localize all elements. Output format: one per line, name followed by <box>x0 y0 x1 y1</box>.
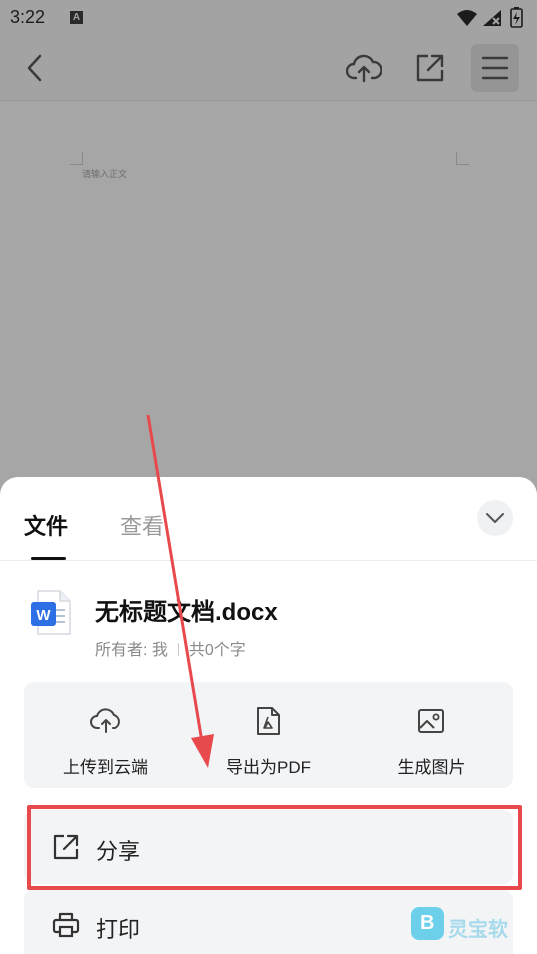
quick-actions-card: 上传到云端 导出为PDF 生成图片 <box>24 682 513 788</box>
margin-corner-left <box>70 152 83 165</box>
status-time: 3:22 <box>10 7 46 27</box>
watermark-text: 灵宝软 <box>448 919 508 941</box>
tab-view[interactable]: 查看 <box>120 509 164 541</box>
generate-image-label: 生成图片 <box>397 758 466 777</box>
share-menu-item[interactable]: 分享 <box>24 810 513 884</box>
export-pdf-label: 导出为PDF <box>226 758 311 777</box>
meta-separator <box>177 643 179 656</box>
chevron-down-icon <box>486 513 504 523</box>
generate-image-action[interactable]: 生成图片 <box>350 682 513 788</box>
cloud-upload-icon <box>346 54 382 83</box>
tab-file[interactable]: 文件 <box>24 509 68 541</box>
upload-to-cloud-label: 上传到云端 <box>63 758 148 777</box>
document-meta: 所有者: 我 共0个字 <box>95 636 246 660</box>
back-button[interactable] <box>12 44 60 92</box>
tab-divider <box>0 560 537 561</box>
print-icon <box>52 912 80 938</box>
svg-text:W: W <box>36 607 51 624</box>
pdf-icon <box>257 707 280 735</box>
notification-badge-icon: A <box>70 11 83 24</box>
top-toolbar <box>0 36 537 101</box>
wifi-icon <box>457 10 477 26</box>
system-status-icons <box>457 7 523 28</box>
document-title: 无标题文档.docx <box>95 599 278 626</box>
upload-cloud-button[interactable] <box>340 44 388 92</box>
share-label: 分享 <box>96 839 141 864</box>
watermark-icon: B <box>411 907 444 940</box>
export-pdf-action[interactable]: 导出为PDF <box>187 682 350 788</box>
upload-to-cloud-action[interactable]: 上传到云端 <box>24 682 187 788</box>
share-icon <box>53 834 79 860</box>
back-icon <box>27 54 42 82</box>
body-placeholder: 请输入正文 <box>82 169 128 179</box>
image-icon <box>418 709 444 733</box>
share-external-button[interactable] <box>406 44 454 92</box>
owner-text: 所有者: 我 <box>95 642 168 659</box>
margin-corner-right <box>456 152 469 165</box>
cloud-upload-icon <box>90 708 120 733</box>
file-bottom-sheet: 文件 查看 W 无标题文档.docx 所有者: 我 共0个字 上传到云端 导出为P… <box>0 477 537 954</box>
status-bar: 3:22 A <box>0 0 537 36</box>
word-count-text: 共0个字 <box>188 642 246 659</box>
share-external-icon <box>416 54 444 82</box>
print-label: 打印 <box>96 917 141 942</box>
word-document-icon: W <box>31 590 71 635</box>
collapse-sheet-button[interactable] <box>477 500 513 536</box>
menu-icon <box>481 56 509 80</box>
menu-button[interactable] <box>471 44 519 92</box>
